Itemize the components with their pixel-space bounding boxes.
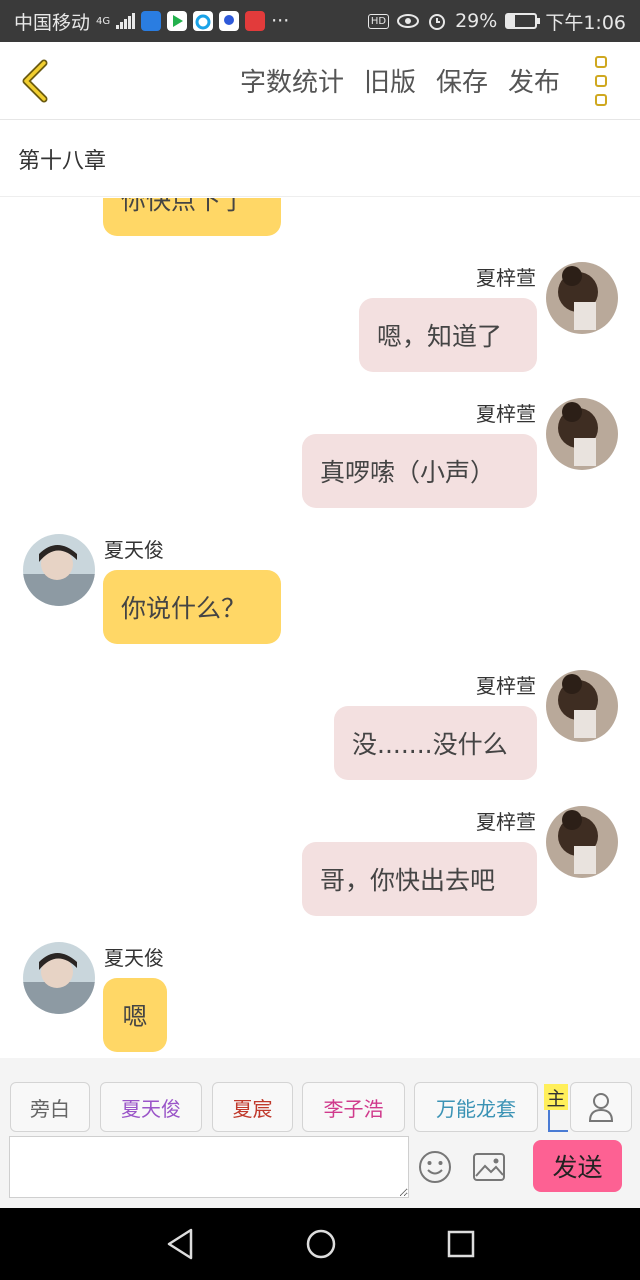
- more-notifications: ···: [271, 10, 290, 32]
- avatar-xiaziyuan[interactable]: [546, 398, 618, 470]
- chat-bubble[interactable]: 你快点下了: [103, 198, 281, 236]
- status-bar: 中国移动 4G ··· HD 29% 下午1:06: [0, 0, 640, 42]
- more-vertical-icon[interactable]: [586, 55, 616, 106]
- speaker-name: 夏天俊: [104, 538, 164, 562]
- system-nav-bar: [0, 1208, 640, 1280]
- browser-app-icon: [193, 11, 214, 31]
- character-chip-extra[interactable]: 万能龙套: [414, 1082, 538, 1132]
- old-version-button[interactable]: 旧版: [364, 62, 416, 99]
- app-header: 字数统计 旧版 保存 发布: [0, 42, 640, 120]
- hd-icon: HD: [367, 13, 390, 29]
- signal-icon: [116, 13, 136, 29]
- chapter-title: 第十八章: [0, 121, 640, 197]
- image-icon[interactable]: [472, 1152, 506, 1182]
- chat-bubble[interactable]: 嗯，知道了: [359, 298, 537, 372]
- avatar-xiaziyuan[interactable]: [546, 670, 618, 742]
- chevron-left-icon: [22, 59, 48, 102]
- chat-bubble[interactable]: 嗯: [103, 978, 167, 1052]
- back-triangle-icon[interactable]: [165, 1228, 195, 1260]
- character-chip-xiachen[interactable]: 夏宸: [212, 1082, 293, 1132]
- video-play-app-icon: [167, 11, 188, 31]
- chat-area[interactable]: 你快点下了 夏梓萱 嗯，知道了 夏梓萱 真啰嗦（小声） 夏天俊 你说什么？ 夏梓…: [0, 198, 640, 1058]
- speaker-name: 夏天俊: [104, 946, 164, 970]
- emoji-icon[interactable]: [418, 1150, 452, 1184]
- word-count-button[interactable]: 字数统计: [240, 62, 344, 99]
- character-chip-narration[interactable]: 旁白: [10, 1082, 90, 1132]
- carrier-label: 中国移动: [14, 11, 91, 34]
- save-button[interactable]: 保存: [436, 62, 488, 99]
- baidu-app-icon: [219, 11, 240, 31]
- home-circle-icon[interactable]: [305, 1228, 337, 1260]
- message-input[interactable]: [9, 1136, 409, 1198]
- eye-icon: [397, 14, 420, 28]
- composer: 旁白 夏天俊 夏宸 李子浩 万能龙套 主 发送: [0, 1058, 640, 1208]
- character-chip-lizihao[interactable]: 李子浩: [302, 1082, 405, 1132]
- protagonist-tag[interactable]: 主: [544, 1084, 568, 1110]
- publish-button[interactable]: 发布: [508, 62, 560, 99]
- chat-bubble[interactable]: 你说什么？: [103, 570, 281, 644]
- network-label: 4G: [96, 15, 111, 27]
- protagonist-chip-edge: [548, 1110, 568, 1132]
- chat-bubble[interactable]: 哥，你快出去吧: [302, 842, 537, 916]
- add-character-button[interactable]: [570, 1082, 632, 1132]
- avatar-xiaziyuan[interactable]: [546, 262, 618, 334]
- avatar-xiatianjun[interactable]: [23, 942, 95, 1014]
- clock: 下午1:06: [545, 11, 626, 34]
- battery-percent: 29%: [455, 10, 498, 32]
- send-button[interactable]: 发送: [533, 1140, 622, 1192]
- avatar-xiaziyuan[interactable]: [546, 806, 618, 878]
- battery-icon: [505, 13, 541, 29]
- person-icon: [588, 1093, 614, 1122]
- speaker-name: 夏梓萱: [476, 674, 536, 698]
- speaker-name: 夏梓萱: [476, 402, 536, 426]
- chat-bubble[interactable]: 真啰嗦（小声）: [302, 434, 537, 508]
- recents-square-icon[interactable]: [447, 1230, 475, 1258]
- alarm-icon: [429, 14, 446, 30]
- reader-app-icon: [245, 11, 266, 31]
- avatar-xiatianjun[interactable]: [23, 534, 95, 606]
- character-chip-xiatianjun[interactable]: 夏天俊: [100, 1082, 202, 1132]
- chat-bubble[interactable]: 没.......没什么: [334, 706, 537, 780]
- speaker-name: 夏梓萱: [476, 266, 536, 290]
- shield-app-icon: [141, 11, 162, 31]
- back-button[interactable]: [0, 42, 70, 120]
- speaker-name: 夏梓萱: [476, 810, 536, 834]
- header-actions: 字数统计 旧版 保存 发布: [240, 62, 560, 99]
